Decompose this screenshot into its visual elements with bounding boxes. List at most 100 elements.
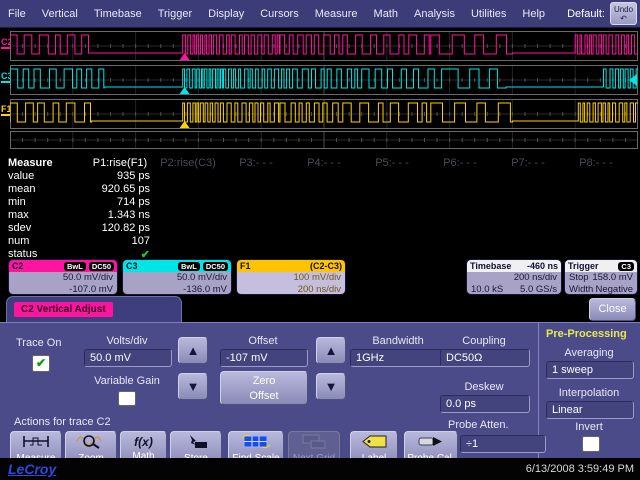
row-value: 1.343 ns: [86, 209, 150, 221]
voltsdiv-field[interactable]: 50.0 mV: [84, 349, 172, 367]
zero-offset-button[interactable]: Zero Offset: [220, 371, 308, 405]
f1-voltsdiv: 100 mV/div: [241, 272, 341, 284]
measure-col-p7[interactable]: P7:- - -: [494, 157, 562, 169]
waveform-strip-c2[interactable]: [10, 31, 638, 61]
table-row: num 107: [0, 235, 200, 247]
variable-gain-checkbox[interactable]: [118, 391, 136, 406]
menu-help[interactable]: Help: [522, 8, 545, 20]
trigger-type: Width: [569, 284, 593, 296]
measure-col-p6[interactable]: P6:- - -: [426, 157, 494, 169]
descriptor-f1-body: 100 mV/div 200 ns/div: [237, 272, 345, 295]
row-label: max: [0, 209, 86, 221]
trigger-level: 158.0 mV: [592, 272, 633, 284]
timebase-header: Timebase -460 ns: [467, 260, 561, 272]
row-value: 107: [86, 235, 150, 247]
zoom-icon: [76, 434, 106, 449]
menu-display[interactable]: Display: [208, 8, 244, 20]
probe-atten-label: Probe Atten.: [448, 419, 509, 431]
bandwidth-field[interactable]: 1GHz: [350, 349, 446, 367]
row-value: 120.82 ps: [86, 222, 150, 234]
voltsdiv-down-button[interactable]: ▼: [178, 373, 208, 400]
close-button[interactable]: Close: [589, 298, 636, 321]
offset-up-button[interactable]: ▲: [316, 337, 346, 364]
descriptor-c3[interactable]: C3 BwL DC50 50.0 mV/div -136.0 mV: [122, 259, 232, 295]
waveform-strip-f1[interactable]: [10, 99, 638, 129]
menu-trigger[interactable]: Trigger: [158, 8, 192, 20]
c2-id: C2: [12, 260, 24, 272]
offset-down-button[interactable]: ▼: [316, 373, 346, 400]
menu-bar: File Vertical Timebase Trigger Display C…: [0, 0, 640, 28]
menu-file[interactable]: File: [8, 8, 26, 20]
menu-utilities[interactable]: Utilities: [471, 8, 506, 20]
descriptor-f1-header: F1 (C2-C3): [237, 260, 345, 272]
timebase-label: Timebase: [470, 260, 511, 272]
measure-col-p2[interactable]: P2:rise(C3): [154, 157, 222, 169]
descriptor-c2[interactable]: C2 BwL DC50 50.0 mV/div -107.0 mV: [8, 259, 118, 295]
down-arrow-icon: ▼: [187, 379, 200, 394]
row-label: num: [0, 235, 86, 247]
trace-on-checkbox[interactable]: ✔: [32, 355, 50, 372]
c2-offset: -107.0 mV: [13, 284, 113, 296]
menu-measure[interactable]: Measure: [315, 8, 358, 20]
status-bar: LeCroy 6/13/2008 3:59:49 PM: [0, 458, 640, 480]
offset-field[interactable]: -107 mV: [220, 349, 308, 367]
descriptor-bar: C2 BwL DC50 50.0 mV/div -107.0 mV C3 BwL…: [0, 258, 640, 296]
f1-timediv: 200 ns/div: [241, 284, 341, 296]
menu-analysis[interactable]: Analysis: [414, 8, 455, 20]
tab-label: C2 Vertical Adjust: [14, 302, 113, 317]
measure-col-p8[interactable]: P8:- - -: [562, 157, 630, 169]
deskew-field[interactable]: 0.0 ps: [440, 395, 530, 413]
offset-label: Offset: [220, 335, 306, 347]
measure-col-p3[interactable]: P3:- - -: [222, 157, 290, 169]
dialog-body: Trace On ✔ Volts/div 50.0 mV ▲ ▼ Variabl…: [0, 322, 640, 458]
c2-voltsdiv: 50.0 mV/div: [13, 272, 113, 284]
timebase-samples: 10.0 kS: [471, 284, 503, 296]
descriptor-c2-body: 50.0 mV/div -107.0 mV: [9, 272, 117, 295]
tab-c2-vertical-adjust[interactable]: C2 Vertical Adjust: [6, 296, 182, 322]
waveform-strip-c3[interactable]: [10, 65, 638, 95]
deskew-label: Deskew: [440, 381, 528, 393]
zero-offset-line1: Zero: [253, 375, 276, 387]
bandwidth-label: Bandwidth: [350, 335, 446, 347]
row-value: 714 ps: [86, 196, 150, 208]
probe-cal-icon: [416, 434, 446, 449]
menu-math[interactable]: Math: [374, 8, 398, 20]
interpolation-label: Interpolation: [546, 387, 632, 399]
averaging-field[interactable]: 1 sweep: [546, 361, 634, 379]
oscilloscope-screen: File Vertical Timebase Trigger Display C…: [0, 0, 640, 480]
lecroy-logo: LeCroy: [8, 461, 56, 477]
f1-id: F1: [240, 260, 251, 272]
row-value: 920.65 ps: [86, 183, 150, 195]
menu-timebase[interactable]: Timebase: [94, 8, 142, 20]
variable-gain-label: Variable Gain: [84, 375, 170, 387]
coupling-field[interactable]: DC50Ω: [440, 349, 530, 367]
menu-vertical[interactable]: Vertical: [42, 8, 78, 20]
descriptor-f1[interactable]: F1 (C2-C3) 100 mV/div 200 ns/div: [236, 259, 346, 295]
descriptor-trigger[interactable]: Trigger C3 Stop 158.0 mV Width Negative: [564, 259, 638, 295]
bwl-badge: BwL: [64, 262, 86, 271]
row-label: min: [0, 196, 86, 208]
interpolation-field[interactable]: Linear: [546, 401, 634, 419]
probe-atten-field[interactable]: ÷1: [460, 435, 546, 453]
measure-col-p5[interactable]: P5:- - -: [358, 157, 426, 169]
trigger-header: Trigger C3: [565, 260, 637, 272]
descriptor-timebase[interactable]: Timebase -460 ns 200 ns/div 10.0 kS 5.0 …: [466, 259, 562, 295]
measure-col-p4[interactable]: P4:- - -: [290, 157, 358, 169]
table-row: max 1.343 ns: [0, 209, 200, 221]
row-label: sdev: [0, 222, 86, 234]
undo-button[interactable]: Undo ↶: [610, 2, 637, 25]
up-arrow-icon: ▲: [325, 343, 338, 358]
row-label: value: [0, 170, 86, 182]
voltsdiv-label: Volts/div: [84, 335, 170, 347]
math-icon: f(x): [121, 434, 166, 450]
voltsdiv-up-button[interactable]: ▲: [178, 337, 208, 364]
measure-title: Measure: [0, 157, 86, 169]
menu-cursors[interactable]: Cursors: [260, 8, 299, 20]
zero-offset-line2: Offset: [249, 390, 278, 402]
table-row: mean 920.65 ps: [0, 183, 200, 195]
measure-col-p1[interactable]: P1:rise(F1): [86, 157, 154, 169]
trigger-slope: Negative: [596, 284, 634, 296]
invert-checkbox[interactable]: [582, 436, 600, 452]
row-label: mean: [0, 183, 86, 195]
store-icon: [181, 434, 211, 449]
